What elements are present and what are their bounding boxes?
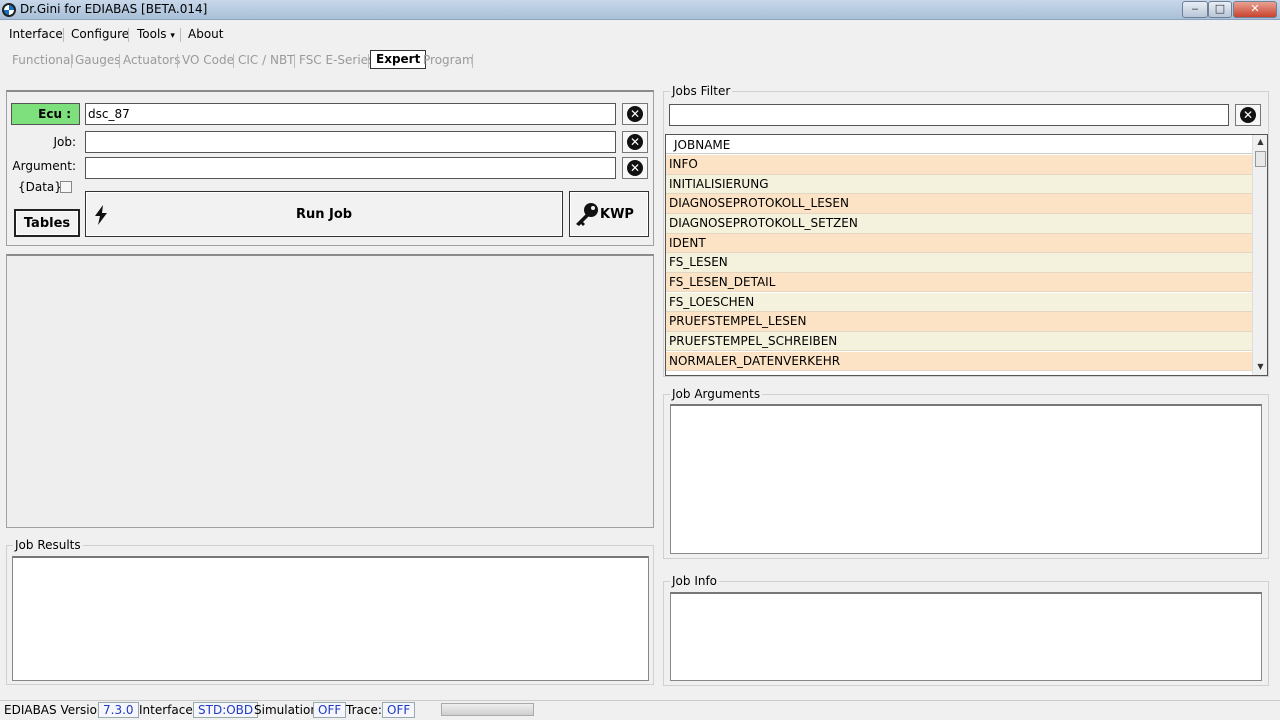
data-label: {Data}: [18, 180, 62, 194]
close-window-button[interactable]: ✕: [1233, 1, 1277, 18]
menu-bar: Interface Configure Tools ▾ About: [0, 24, 1280, 44]
tab-divider: [368, 54, 369, 68]
job-arguments-title: Job Arguments: [670, 387, 763, 401]
job-results-box[interactable]: [12, 556, 649, 681]
ecu-label: Ecu :: [11, 103, 80, 125]
tab-actuators[interactable]: Actuators: [120, 52, 184, 71]
job-label: Job:: [53, 135, 76, 149]
simulation-label: Simulation:: [254, 703, 322, 717]
job-row[interactable]: NORMALER_DATENVERKEHR: [666, 351, 1252, 372]
job-row[interactable]: IDENT: [666, 233, 1252, 254]
job-row[interactable]: INITIALISIERUNG: [666, 174, 1252, 195]
app-logo-icon: [2, 3, 16, 17]
job-row[interactable]: FS_LESEN: [666, 253, 1252, 273]
clear-job-button[interactable]: ✕: [622, 131, 648, 153]
close-circle-icon: ✕: [627, 134, 643, 150]
scroll-thumb[interactable]: [1255, 151, 1266, 167]
simulation-value: OFF: [313, 702, 347, 718]
job-results-title: Job Results: [13, 538, 83, 552]
jobs-filter-input[interactable]: [669, 104, 1229, 126]
data-checkbox[interactable]: [60, 181, 72, 193]
clear-argument-button[interactable]: ✕: [622, 157, 648, 179]
jobs-filter-title: Jobs Filter: [670, 84, 733, 98]
tab-gauges[interactable]: Gauges: [72, 52, 124, 71]
job-input[interactable]: [85, 131, 616, 153]
menu-divider: [128, 28, 129, 42]
run-job-label: Run Job: [295, 206, 353, 222]
tab-vo-code[interactable]: VO Code: [179, 52, 237, 71]
argument-input[interactable]: [85, 157, 616, 179]
ecu-input[interactable]: dsc_87: [85, 103, 616, 125]
minimize-button[interactable]: ‒: [1182, 1, 1208, 18]
tab-divider: [233, 54, 234, 68]
menu-configure[interactable]: Configure: [71, 27, 129, 41]
tab-functional[interactable]: Functional: [9, 52, 77, 71]
maximize-button[interactable]: □: [1208, 1, 1232, 18]
chevron-down-icon: ▾: [170, 31, 175, 41]
tab-cic-nbt[interactable]: CIC / NBT: [235, 52, 298, 71]
menu-interface[interactable]: Interface: [9, 27, 63, 41]
output-panel: [6, 254, 654, 528]
kwp-label: KWP: [600, 206, 634, 222]
ediabas-version-label: EDIABAS Version:: [4, 703, 109, 717]
job-info-title: Job Info: [670, 574, 720, 588]
trace-label: Trace:: [346, 703, 382, 717]
window-title: Dr.Gini for EDIABAS [BETA.014]: [20, 2, 208, 16]
argument-label: Argument:: [12, 159, 76, 173]
jobs-grid[interactable]: JOBNAME INFO INITIALISIERUNG DIAGNOSEPROTO…: [665, 134, 1268, 376]
jobs-grid-scrollbar[interactable]: ▲ ▼: [1252, 135, 1267, 375]
close-circle-icon: ✕: [1240, 107, 1256, 123]
tab-divider: [177, 54, 178, 68]
scroll-down-icon[interactable]: ▼: [1253, 362, 1267, 371]
tab-expert[interactable]: Expert: [370, 50, 427, 69]
lightning-icon: [95, 205, 107, 225]
job-row[interactable]: INFO: [666, 155, 1252, 175]
menu-about[interactable]: About: [188, 27, 223, 41]
interface-label: Interface:: [139, 703, 197, 717]
title-bar: Dr.Gini for EDIABAS [BETA.014] ‒ □ ✕: [0, 0, 1280, 20]
menu-divider: [63, 28, 64, 42]
job-row[interactable]: PRUEFSTEMPEL_SCHREIBEN: [666, 331, 1252, 352]
interface-value: STD:OBD: [193, 702, 259, 718]
close-circle-icon: ✕: [627, 106, 643, 122]
tab-fsc-e-series[interactable]: FSC E-Series: [296, 52, 377, 71]
close-circle-icon: ✕: [627, 160, 643, 176]
job-arguments-box[interactable]: [670, 404, 1262, 554]
trace-value: OFF: [382, 702, 416, 718]
job-row[interactable]: DIAGNOSEPROTOKOLL_SETZEN: [666, 213, 1252, 234]
run-job-button[interactable]: Run Job: [85, 191, 563, 237]
tables-button[interactable]: Tables: [14, 209, 80, 237]
clear-ecu-button[interactable]: ✕: [622, 103, 648, 125]
menu-divider: [180, 28, 181, 42]
key-icon: [576, 203, 598, 226]
clear-filter-button[interactable]: ✕: [1235, 104, 1261, 126]
job-info-box[interactable]: [670, 592, 1262, 681]
column-header-jobname[interactable]: JOBNAME: [666, 135, 1252, 154]
tab-program[interactable]: Program: [420, 52, 477, 71]
progress-bar: [441, 703, 534, 716]
tab-divider: [472, 54, 473, 68]
job-row[interactable]: DIAGNOSEPROTOKOLL_LESEN: [666, 194, 1252, 214]
kwp-button[interactable]: KWP: [569, 191, 649, 237]
tab-divider: [294, 54, 295, 68]
ediabas-version-value: 7.3.0: [98, 702, 139, 718]
menu-tools[interactable]: Tools ▾: [137, 27, 175, 41]
job-row[interactable]: FS_LESEN_DETAIL: [666, 272, 1252, 293]
menu-tools-label: Tools: [137, 27, 167, 41]
scroll-up-icon[interactable]: ▲: [1253, 137, 1267, 146]
job-row[interactable]: PRUEFSTEMPEL_LESEN: [666, 312, 1252, 332]
job-row[interactable]: FS_LOESCHEN: [666, 292, 1252, 313]
